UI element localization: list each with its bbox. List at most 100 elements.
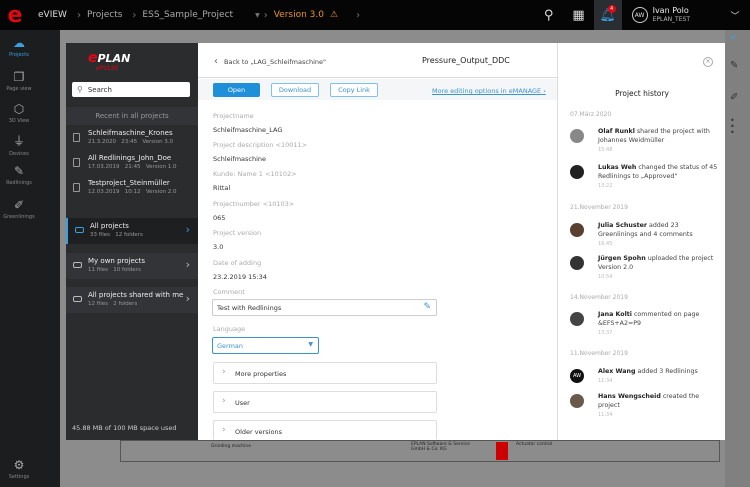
space-used: 45.88 MB of 100 MB space used <box>72 424 177 432</box>
recent-item[interactable]: Testproject_Steinmüller 12.03.2019 10:12 … <box>66 177 198 201</box>
epulse-logo: ePULSE <box>96 65 119 72</box>
copy-link-button[interactable]: Copy Link <box>330 83 378 97</box>
shared-projects-item[interactable]: All projects shared with me 12 files 2 fo… <box>66 287 198 313</box>
comment-input[interactable]: Test with Redlinings ✎ <box>212 299 437 316</box>
apps-grid-icon[interactable]: ▦ <box>564 0 594 30</box>
projects-panel: ePLAN ePULSE ⚲ Search Recent in all proje… <box>66 43 198 440</box>
dropdown-icon[interactable]: ▼ <box>255 12 260 19</box>
drive-icon <box>73 296 82 302</box>
all-projects-item[interactable]: All projects 33 files 12 folders › <box>66 218 198 244</box>
avatar <box>570 394 584 408</box>
field-customer: Kunde: Name 1 <10102> Rittal <box>213 170 297 192</box>
search-input[interactable]: ⚲ Search <box>72 82 190 97</box>
greenlining-tool-icon[interactable]: ✐ <box>730 92 738 103</box>
breadcrumb-project[interactable]: ESS_Sample_Project <box>142 10 233 20</box>
collapse-icon[interactable]: « <box>730 32 736 43</box>
history-date: 11.November 2019 <box>570 350 628 357</box>
history-title: Project history <box>615 89 669 98</box>
breadcrumb-version[interactable]: Version 3.0 <box>274 10 324 20</box>
search-icon[interactable]: ⚲ <box>534 0 564 30</box>
rail-page-view[interactable]: ❐ Page view <box>0 70 38 92</box>
older-versions-accordion[interactable]: › Older versions <box>213 420 437 440</box>
rail-3d-view[interactable]: ⬡ 3D View <box>0 102 38 124</box>
recent-header: Recent in all projects <box>66 107 198 125</box>
more-properties-accordion[interactable]: › More properties <box>213 362 437 384</box>
caret-down-icon: ▼ <box>308 341 313 348</box>
rail-devices[interactable]: ⏚ Devices <box>0 132 38 157</box>
download-button[interactable]: Download <box>271 83 319 97</box>
field-projectnumber: Projectnumber <10103> 065 <box>213 200 295 222</box>
comment-label: Comment <box>213 288 245 296</box>
project-history-panel: ✕ Project history 07.März 2020 Olaf Runk… <box>557 43 725 440</box>
sheet-text: Actuator control <box>516 442 553 447</box>
back-link[interactable]: ‹ Back to „LAG_Schleifmaschine" <box>214 56 326 67</box>
document-icon <box>73 183 80 192</box>
rail-redlinings[interactable]: ✎ Redlinings <box>0 164 38 186</box>
language-label: Language <box>213 325 246 333</box>
dialog-header: ‹ Back to „LAG_Schleifmaschine" Pressure_… <box>198 43 557 78</box>
avatar <box>570 256 584 270</box>
marker-icon: ✎ <box>13 164 25 178</box>
cube-icon: ⬡ <box>13 102 25 116</box>
chevron-right-icon: › <box>222 425 226 435</box>
language-select[interactable]: German ▼ <box>212 337 319 354</box>
field-version: Project version 3.0 <box>213 229 262 251</box>
chevron-right-icon: › <box>185 223 190 236</box>
rail-greenlinings[interactable]: ✐ Greenlinings <box>0 198 38 220</box>
right-toolbar: « ✎ ✐ • • • <box>725 30 750 487</box>
field-date: Date of adding 23.2.2019 15:34 <box>213 259 267 281</box>
recent-item[interactable]: Schleifmaschine_Krones 21.3.2020 23:45 Ve… <box>66 127 198 151</box>
rail-projects[interactable]: ☁ Projects <box>0 36 38 58</box>
recent-item[interactable]: All Redlinings_John_Doe 17.03.2019 21:45 … <box>66 152 198 176</box>
avatar <box>570 223 584 237</box>
avatar[interactable]: AW <box>631 7 648 23</box>
avatar <box>570 312 584 326</box>
field-description: Project description <10011> Schleifmaschi… <box>213 141 308 163</box>
notification-badge: 4 <box>607 5 616 13</box>
pages-icon: ❐ <box>13 70 25 84</box>
dialog-title: Pressure_Output_DDC <box>422 56 510 65</box>
document-icon <box>73 158 80 167</box>
sheet-text: Grinding machine <box>211 444 252 449</box>
breadcrumb-app[interactable]: eVIEW <box>38 10 67 20</box>
edit-pencil-icon[interactable]: ✎ <box>423 302 431 312</box>
drive-icon <box>75 227 84 233</box>
chevron-down-icon[interactable]: ﹀ <box>720 0 750 30</box>
chevron-right-icon[interactable]: › <box>356 10 360 21</box>
emanage-link[interactable]: More editing options in eMANAGE › <box>432 87 546 95</box>
cloud-icon: ☁ <box>13 36 25 50</box>
drawing-title-block: Grinding machine EPLAN Software & Servic… <box>120 440 720 462</box>
eplan-sheet-logo <box>496 442 508 460</box>
sheet-text: EPLAN Software & Service GmbH & Co. KG <box>411 442 470 452</box>
chevron-right-icon: › <box>185 258 190 271</box>
top-bar: e eVIEW › Projects › ESS_Sample_Project … <box>0 0 750 30</box>
chevron-right-icon: › <box>76 9 81 21</box>
my-projects-item[interactable]: My own projects 11 files 10 folders › <box>66 253 198 279</box>
avatar <box>570 165 584 179</box>
eplan-logo[interactable]: e <box>0 0 30 30</box>
project-details-dialog: ‹ Back to „LAG_Schleifmaschine" Pressure_… <box>198 43 725 440</box>
user-name: Ivan Polo <box>652 6 689 15</box>
open-button[interactable]: Open <box>213 83 260 97</box>
avatar <box>570 129 584 143</box>
document-icon <box>73 133 80 142</box>
avatar: AW <box>570 369 584 383</box>
rail-settings[interactable]: ⚙ Settings <box>0 458 38 480</box>
chevron-right-icon: › <box>132 9 137 21</box>
breadcrumb-projects[interactable]: Projects <box>87 10 122 20</box>
pen-icon: ✐ <box>13 198 25 212</box>
chevron-left-icon: ‹ <box>214 56 218 67</box>
action-bar: Open Download Copy Link More editing opt… <box>198 79 557 100</box>
user-info[interactable]: Ivan Polo EPLAN_TEST <box>653 6 690 24</box>
chevron-right-icon: › <box>222 396 226 406</box>
eplan-logo: ePLAN <box>88 50 131 66</box>
history-date: 21.November 2019 <box>570 204 628 211</box>
user-accordion[interactable]: › User <box>213 391 437 413</box>
more-icon[interactable]: • • • <box>730 117 735 137</box>
warning-icon: ⚠ <box>329 10 339 20</box>
drive-icon <box>73 262 82 268</box>
search-icon: ⚲ <box>77 85 83 94</box>
redlining-tool-icon[interactable]: ✎ <box>730 60 738 71</box>
close-icon[interactable]: ✕ <box>703 57 713 67</box>
notification-bell-icon[interactable]: 🔔︎ 4 <box>593 0 622 30</box>
